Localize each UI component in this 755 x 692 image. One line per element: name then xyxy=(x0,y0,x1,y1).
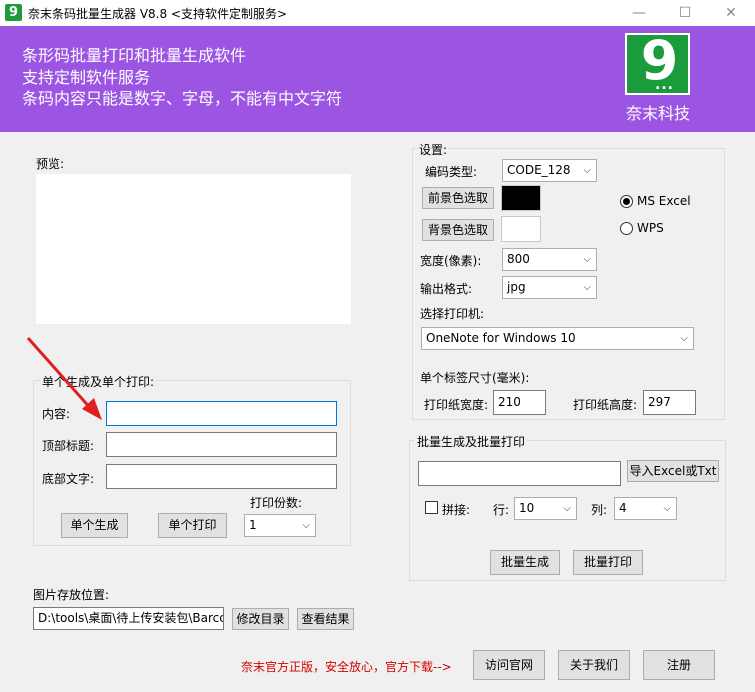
batch-file-input[interactable] xyxy=(418,461,621,486)
official-notice-text: 奈末官方正版，安全放心，官方下载--> xyxy=(241,660,452,674)
copies-value: 1 xyxy=(249,518,257,532)
paper-height-label: 打印纸高度: xyxy=(573,398,638,412)
close-button[interactable]: ✕ xyxy=(708,0,754,26)
preview-area xyxy=(36,174,351,324)
foreground-color-button[interactable]: 前景色选取 xyxy=(422,187,494,209)
register-button[interactable]: 注册 xyxy=(643,650,715,680)
chevron-down-icon: ⌵ xyxy=(563,503,571,514)
foreground-color-swatch xyxy=(501,185,541,211)
col-value: 4 xyxy=(619,501,627,515)
single-generate-button[interactable]: 单个生成 xyxy=(61,513,128,538)
splice-checkbox[interactable] xyxy=(425,501,438,514)
content-input[interactable] xyxy=(106,401,337,426)
paper-width-label: 打印纸宽度: xyxy=(424,398,489,412)
paper-height-input[interactable]: 297 xyxy=(643,390,696,415)
batch-group-title: 批量生成及批量打印 xyxy=(415,433,528,450)
col-label: 列: xyxy=(591,503,608,517)
app-icon: 9 xyxy=(5,4,22,21)
annotation-arrow-icon xyxy=(26,337,102,420)
company-logo-icon: 9 ... xyxy=(625,29,690,95)
maximize-button[interactable]: ☐ xyxy=(662,0,708,26)
import-excel-txt-button[interactable]: 导入Excel或Txt xyxy=(627,460,719,482)
banner-line-3: 条码内容只能是数字、字母，不能有中文字符 xyxy=(22,89,343,108)
logo-text: 奈末科技 xyxy=(625,104,690,123)
col-select[interactable]: 4 ⌵ xyxy=(614,497,677,520)
window-title: 奈末条码批量生成器 V8.8 <支持软件定制服务> xyxy=(28,7,288,21)
chevron-down-icon: ⌵ xyxy=(680,333,688,344)
row-label: 行: xyxy=(493,503,510,517)
batch-print-button[interactable]: 批量打印 xyxy=(573,550,643,575)
copies-select[interactable]: 1 ⌵ xyxy=(244,514,316,537)
background-color-button[interactable]: 背景色选取 xyxy=(422,219,494,241)
encoding-value: CODE_128 xyxy=(507,163,571,177)
single-print-button[interactable]: 单个打印 xyxy=(158,513,227,538)
encoding-select[interactable]: CODE_128 ⌵ xyxy=(502,159,597,182)
chevron-down-icon: ⌵ xyxy=(302,520,310,531)
width-select[interactable]: 800 ⌵ xyxy=(502,248,597,271)
batch-generate-button[interactable]: 批量生成 xyxy=(490,550,560,575)
visit-website-button[interactable]: 访问官网 xyxy=(473,650,545,680)
printer-select[interactable]: OneNote for Windows 10 ⌵ xyxy=(421,327,694,350)
row-select[interactable]: 10 ⌵ xyxy=(514,497,577,520)
splice-label: 拼接: xyxy=(442,503,471,517)
ms-excel-radio[interactable] xyxy=(620,195,633,208)
printer-label: 选择打印机: xyxy=(420,307,485,321)
width-value: 800 xyxy=(507,252,530,266)
bottom-text-label: 底部文字: xyxy=(42,472,95,486)
label-size-label: 单个标签尺寸(毫米): xyxy=(420,371,530,385)
bottom-text-input[interactable] xyxy=(106,464,337,489)
top-title-label: 顶部标题: xyxy=(42,439,95,453)
paper-width-input[interactable]: 210 xyxy=(493,390,546,415)
top-title-input[interactable] xyxy=(106,432,337,457)
ms-excel-label: MS Excel xyxy=(637,194,691,208)
wps-radio[interactable] xyxy=(620,222,633,235)
row-value: 10 xyxy=(519,501,535,515)
about-us-button[interactable]: 关于我们 xyxy=(558,650,630,680)
chevron-down-icon: ⌵ xyxy=(583,282,591,293)
format-select[interactable]: jpg ⌵ xyxy=(502,276,597,299)
view-results-button[interactable]: 查看结果 xyxy=(297,608,354,630)
chevron-down-icon: ⌵ xyxy=(583,254,591,265)
format-value: jpg xyxy=(507,280,526,294)
settings-group-title: 设置: xyxy=(417,141,450,158)
width-label: 宽度(像素): xyxy=(420,254,482,268)
encoding-label: 编码类型: xyxy=(425,165,478,179)
image-path-input[interactable]: D:\tools\桌面\待上传安装包\Barcc xyxy=(33,607,224,630)
background-color-swatch xyxy=(501,216,541,242)
chevron-down-icon: ⌵ xyxy=(583,165,591,176)
printer-value: OneNote for Windows 10 xyxy=(426,331,576,345)
change-directory-button[interactable]: 修改目录 xyxy=(232,608,289,630)
image-location-label: 图片存放位置: xyxy=(33,588,110,602)
title-bar: 9 奈末条码批量生成器 V8.8 <支持软件定制服务> — ☐ ✕ xyxy=(0,0,755,26)
format-label: 输出格式: xyxy=(420,282,473,296)
copies-label: 打印份数: xyxy=(250,496,303,510)
banner: 条形码批量打印和批量生成软件 支持定制软件服务 条码内容只能是数字、字母，不能有… xyxy=(0,26,755,132)
logo-dots: ... xyxy=(655,77,674,93)
banner-line-1: 条形码批量打印和批量生成软件 xyxy=(22,46,247,65)
preview-label: 预览: xyxy=(36,157,65,171)
wps-label: WPS xyxy=(637,221,664,235)
chevron-down-icon: ⌵ xyxy=(663,503,671,514)
minimize-button[interactable]: — xyxy=(616,0,662,26)
